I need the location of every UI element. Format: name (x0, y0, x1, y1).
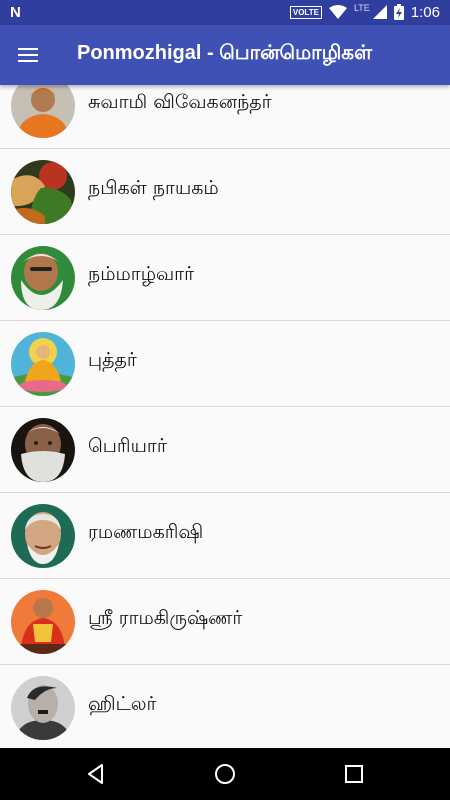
hamburger-menu-icon[interactable] (16, 43, 40, 67)
people-list[interactable]: சுவாமி விவேகனந்தர் நபிகள் நாயகம் நம்மாழ்… (0, 85, 450, 748)
navigation-bar (0, 748, 450, 800)
swami-vivekananda-avatar (11, 85, 75, 138)
list-item-label: புத்தர் (88, 349, 137, 371)
list-item[interactable]: பெரியார் (0, 407, 450, 493)
list-item-label: நம்மாழ்வார் (88, 263, 195, 285)
wifi-icon (328, 5, 347, 19)
list-item[interactable]: நம்மாழ்வார் (0, 235, 450, 321)
network-type-label: LTE (353, 3, 370, 13)
list-item[interactable]: சுவாமி விவேகனந்தர் (0, 85, 450, 149)
list-item-label: ஸ்ரீ ராமகிருஷ்ணர் (88, 607, 243, 629)
recents-square-icon[interactable] (342, 762, 366, 786)
list-item-label: நபிகள் நாயகம் (88, 177, 219, 199)
list-item-label: சுவாமி விவேகனந்தர் (88, 91, 272, 113)
list-item[interactable]: ஹிட்லர் (0, 665, 450, 748)
list-item-label: ரமணமகரிஷி (88, 521, 204, 543)
app-bar: Ponmozhigal - பொன்மொழிகள் (0, 25, 450, 85)
notification-app-icon: N (10, 4, 21, 21)
list-item[interactable]: நபிகள் நாயகம் (0, 149, 450, 235)
status-icons: VOLTE LTE 1:06 (289, 3, 440, 21)
signal-icon (372, 5, 387, 19)
buddha-avatar (11, 332, 75, 396)
page-title: Ponmozhigal - பொன்மொழிகள் (77, 42, 373, 64)
nammalvar-avatar (11, 246, 75, 310)
home-circle-icon[interactable] (213, 762, 237, 786)
hitler-avatar (11, 676, 75, 740)
status-bar: N VOLTE LTE 1:06 (0, 0, 450, 25)
sri-ramakrishnar-avatar (11, 590, 75, 654)
list-item[interactable]: ரமணமகரிஷி (0, 493, 450, 579)
volte-badge: VOLTE (289, 5, 322, 19)
battery-charging-icon (393, 4, 404, 20)
periyar-avatar (11, 418, 75, 482)
nabigal-nayagam-avatar (11, 160, 75, 224)
back-triangle-icon[interactable] (84, 762, 108, 786)
ramana-maharishi-avatar (11, 504, 75, 568)
list-item[interactable]: ஸ்ரீ ராமகிருஷ்ணர் (0, 579, 450, 665)
list-item-label: பெரியார் (88, 435, 167, 457)
list-item[interactable]: புத்தர் (0, 321, 450, 407)
status-time: 1:06 (410, 3, 440, 21)
list-item-label: ஹிட்லர் (88, 693, 157, 715)
